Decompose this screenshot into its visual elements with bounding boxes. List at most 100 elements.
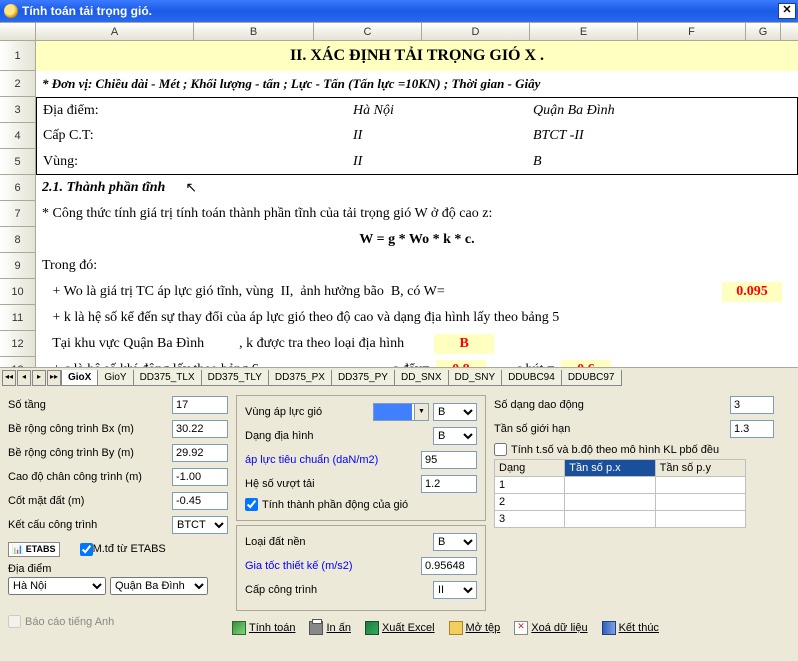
tab-nav-first[interactable]: ◂◂ — [2, 370, 16, 386]
label-so-tang: Số tầng — [8, 399, 172, 411]
row-10: 10 + Wo là giá trị TC áp lực gió tĩnh, v… — [0, 279, 798, 305]
input-tan-so-gh[interactable] — [730, 420, 774, 438]
c-push-lbl: c đẩy= — [392, 362, 430, 367]
section-title: II. XÁC ĐỊNH TẢI TRỌNG GIÓ X . — [290, 47, 544, 65]
select-province[interactable]: Hà Nội — [8, 577, 106, 595]
open-icon — [449, 621, 463, 635]
select-vung-ap[interactable]: B — [433, 403, 477, 421]
col-header-E[interactable]: E — [530, 23, 638, 40]
tab-nav-next[interactable]: ▸ — [32, 370, 46, 386]
col-header-B[interactable]: B — [194, 23, 314, 40]
select-district[interactable]: Quận Ba Đình — [110, 577, 208, 595]
table-row-2: 2 — [495, 494, 746, 511]
tab-nav-last[interactable]: ▸▸ — [47, 370, 61, 386]
form-panel: Số tầng Bề rộng công trình Bx (m) Bề rộn… — [0, 387, 798, 641]
c-pull-lbl: c hút = — [516, 362, 555, 367]
close-button[interactable]: ✕ — [778, 3, 796, 19]
input-cao-do[interactable] — [172, 468, 228, 486]
tab-ddubc97[interactable]: DDUBC97 — [561, 370, 622, 386]
select-loai-dat[interactable]: B — [433, 533, 477, 551]
unit-note: * Đơn vị: Chiều dài - Mét ; Khối lượng -… — [42, 76, 540, 92]
k-desc: + k là hệ số kể đến sự thay đổi của áp l… — [42, 310, 559, 326]
c-push-val: 0.8 — [436, 360, 486, 367]
exit-icon — [602, 621, 616, 635]
th-dang[interactable]: Dạng — [495, 460, 565, 477]
sheet-body[interactable]: 1 II. XÁC ĐỊNH TẢI TRỌNG GIÓ X . 2 * Đơn… — [0, 41, 798, 367]
input-bx[interactable] — [172, 420, 228, 438]
sheet-tabs: ◂◂ ◂ ▸ ▸▸ GioX GioY DD375_TLX DD375_TLY … — [0, 367, 798, 387]
tab-dd-sny[interactable]: DD_SNY — [448, 370, 503, 386]
col-header-A[interactable]: A — [36, 23, 194, 40]
cursor-icon: ↖ — [185, 180, 197, 197]
row-7: 7 * Công thức tính giá trị tính toán thà… — [0, 201, 798, 227]
btn-ket-thuc[interactable]: Kết thúc — [602, 621, 659, 635]
select-cap-ct[interactable]: II — [433, 581, 477, 599]
input-cot[interactable] — [172, 492, 228, 510]
label-ap-luc: áp lực tiêu chuẩn (daN/m2) — [245, 454, 421, 466]
row-2: 2 * Đơn vị: Chiều dài - Mét ; Khối lượng… — [0, 71, 798, 97]
val-hanoi: Hà Nội — [353, 103, 533, 119]
btn-in-an[interactable]: In ấn — [309, 621, 350, 635]
wo-value: 0.095 — [722, 282, 782, 302]
row-4: 4 Cấp C.T: II BTCT -II — [0, 123, 798, 149]
label-capct: Cấp C.T: — [43, 128, 353, 144]
row-8: 8 W = g * Wo * k * c. — [0, 227, 798, 253]
input-by[interactable] — [172, 444, 228, 462]
row-5: 5 Vùng: II B — [0, 149, 798, 175]
col-header-F[interactable]: F — [638, 23, 746, 40]
table-row-3: 3 — [495, 511, 746, 528]
select-dang-dh[interactable]: B — [433, 427, 477, 445]
etabs-logo-icon[interactable]: 📊 ETABS — [8, 542, 60, 557]
corner-cell[interactable] — [0, 23, 36, 40]
form-col-3: Số dạng dao động Tần số giới hạn Tính t.… — [494, 395, 774, 633]
btn-xoa[interactable]: Xoá dữ liệu — [514, 621, 587, 635]
btn-xuat-excel[interactable]: Xuất Excel — [365, 621, 435, 635]
group-wind: Vùng áp lực gió ▼ B Dạng địa hình B áp l… — [236, 395, 486, 521]
k-region: Tại khu vực Quận Ba Đình , k được tra th… — [42, 336, 404, 352]
input-so-dang[interactable] — [730, 396, 774, 414]
select-vung-ap-img[interactable]: ▼ — [373, 403, 429, 421]
tab-dd375-tlx[interactable]: DD375_TLX — [133, 370, 202, 386]
input-so-tang[interactable] — [172, 396, 228, 414]
col-header-D[interactable]: D — [422, 23, 530, 40]
val-vung2: B — [533, 154, 723, 170]
row-9: 9 Trong đó: — [0, 253, 798, 279]
tab-dd-snx[interactable]: DD_SNX — [394, 370, 449, 386]
freq-table[interactable]: Dạng Tần số p.x Tần số p.y 1 2 3 — [494, 459, 746, 528]
check-tinh-tp[interactable] — [245, 498, 258, 511]
check-tinh-ts[interactable] — [494, 443, 507, 456]
label-gia-toc: Gia tốc thiết kế (m/s2) — [245, 560, 421, 572]
window-titlebar: Tính toán tải trọng gió. ✕ — [0, 0, 798, 22]
val-vung1: II — [353, 154, 533, 170]
val-cap1: II — [353, 128, 533, 144]
col-header-G[interactable]: G — [746, 23, 781, 40]
select-ket-cau[interactable]: BTCT — [172, 516, 228, 534]
tab-ddubc94[interactable]: DDUBC94 — [501, 370, 562, 386]
tab-nav-prev[interactable]: ◂ — [17, 370, 31, 386]
label-tinh-ts: Tính t.số và b.độ theo mô hình KL pbố đề… — [511, 444, 719, 456]
val-quan: Quận Ba Đình — [533, 103, 723, 119]
row-1: 1 II. XÁC ĐỊNH TẢI TRỌNG GIÓ X . — [0, 41, 798, 71]
btn-mo-tep[interactable]: Mở tệp — [449, 621, 501, 635]
tab-giox[interactable]: GioX — [61, 370, 98, 386]
table-row-1: 1 — [495, 477, 746, 494]
label-he-so: Hệ số vượt tải — [245, 478, 421, 490]
input-ap-luc[interactable] — [421, 451, 477, 469]
input-he-so[interactable] — [421, 475, 477, 493]
col-header-C[interactable]: C — [314, 23, 422, 40]
check-matdo[interactable] — [80, 543, 93, 556]
th-py[interactable]: Tần số p.y — [655, 460, 745, 477]
tab-dd375-py[interactable]: DD375_PY — [331, 370, 395, 386]
tab-dd375-px[interactable]: DD375_PX — [268, 370, 332, 386]
tab-dd375-tly[interactable]: DD375_TLY — [201, 370, 269, 386]
input-gia-toc[interactable] — [421, 557, 477, 575]
th-px[interactable]: Tần số p.x — [565, 460, 655, 477]
calc-icon — [232, 621, 246, 635]
label-so-dang: Số dạng dao động — [494, 399, 730, 411]
window-title: Tính toán tải trọng gió. — [22, 4, 152, 18]
btn-tinh-toan[interactable]: Tính toán — [232, 621, 295, 635]
label-cap-ct: Cấp công trình — [245, 584, 433, 596]
label-cot: Cốt mặt đất (m) — [8, 495, 172, 507]
tab-gioy[interactable]: GioY — [97, 370, 133, 386]
label-cao-do: Cao độ chân công trình (m) — [8, 471, 172, 483]
